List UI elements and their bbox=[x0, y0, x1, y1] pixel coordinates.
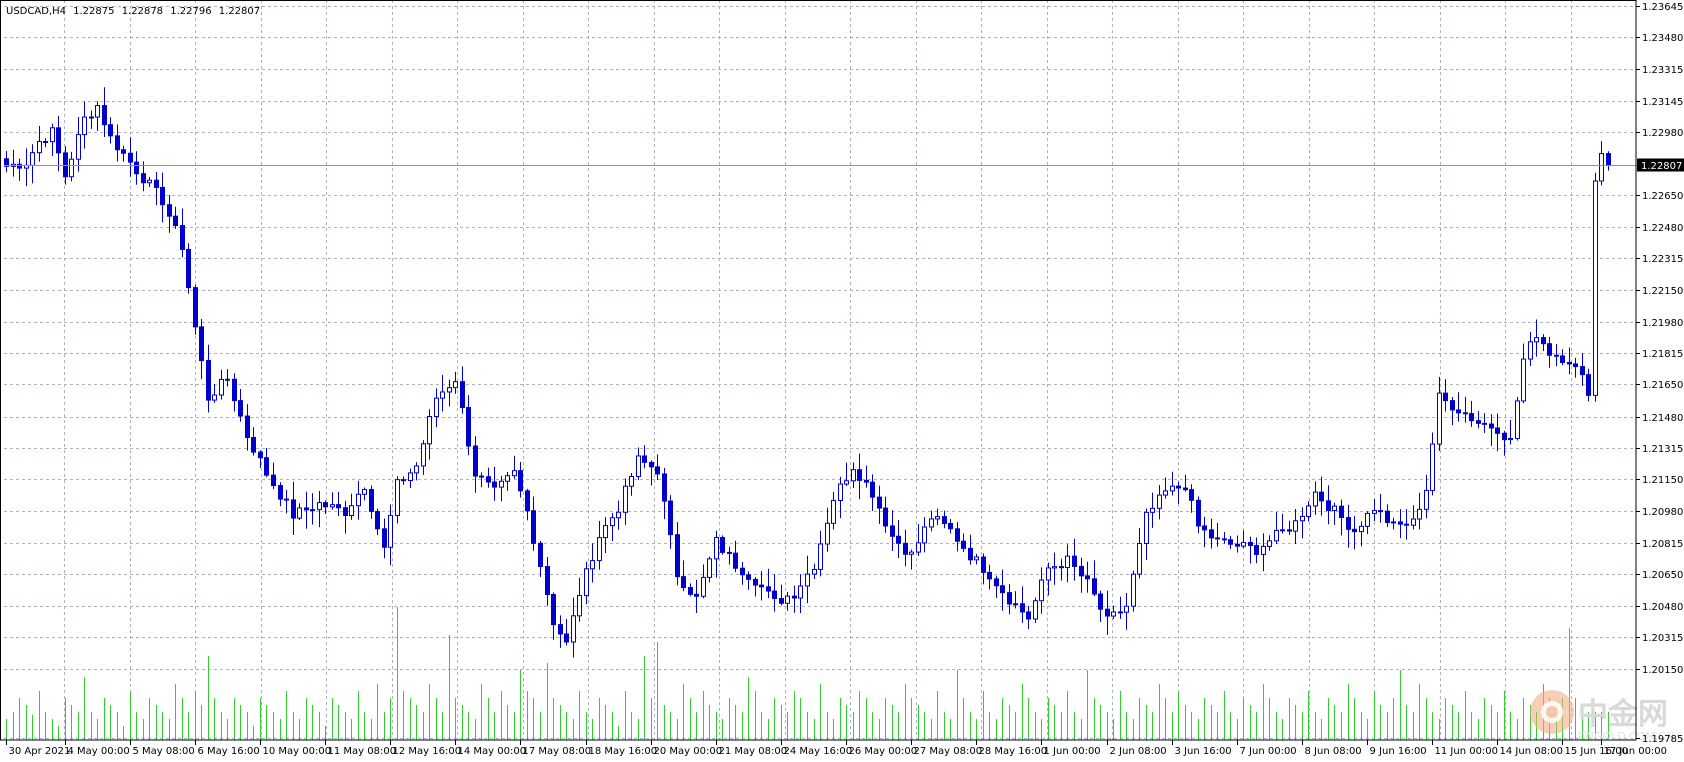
candle bbox=[720, 535, 725, 555]
time-tick-label: 6 May 16:00 bbox=[198, 746, 260, 757]
chart-header: USDCAD,H4 1.22875 1.22878 1.22796 1.2280… bbox=[6, 6, 260, 17]
candlestick-chart[interactable]: 中金网 CNGOLD.COM.CN 1.236451.234801.233151… bbox=[0, 0, 1684, 762]
price-tick-label: 1.19785 bbox=[1642, 734, 1683, 745]
time-tick-label: 8 Jun 08:00 bbox=[1305, 746, 1362, 757]
price-tick-label: 1.21480 bbox=[1642, 413, 1683, 424]
price-tick-label: 1.23145 bbox=[1642, 97, 1683, 108]
time-tick-label: 27 May 08:00 bbox=[914, 746, 983, 757]
price-tick-label: 1.20815 bbox=[1642, 539, 1683, 550]
chart-container: 中金网 CNGOLD.COM.CN 1.23645 1.23480 1.23315 1… bbox=[0, 0, 1684, 762]
candle bbox=[1515, 396, 1520, 441]
ohlc-low: 1.22796 bbox=[170, 6, 211, 17]
watermark-cn-text: 中金网 bbox=[1578, 697, 1668, 732]
ohlc-high: 1.22878 bbox=[122, 6, 163, 17]
candle bbox=[1593, 172, 1598, 402]
time-tick-label: 17 Jun 00:00 bbox=[1604, 746, 1668, 757]
cngold-logo-icon bbox=[1530, 690, 1574, 734]
price-tick-label: 1.20980 bbox=[1642, 507, 1683, 518]
svg-text:USDCAD,H4 1.22875: USDCAD,H4 1.22875 1.22878 1.22796 1.2280… bbox=[6, 6, 260, 17]
price-tick-label: 1.21315 bbox=[1642, 444, 1683, 455]
price-tick-label: 1.22150 bbox=[1642, 286, 1683, 297]
price-tick-label: 1.22980 bbox=[1642, 128, 1683, 139]
price-tick-label: 1.21150 bbox=[1642, 475, 1683, 486]
time-tick-label: 18 May 16:00 bbox=[589, 746, 658, 757]
price-tick-label: 1.20650 bbox=[1642, 570, 1683, 581]
time-tick-label: 26 May 00:00 bbox=[849, 746, 918, 757]
candle bbox=[186, 243, 191, 294]
candle bbox=[193, 284, 198, 335]
candle bbox=[1131, 570, 1136, 612]
price-tick-label: 1.21815 bbox=[1642, 349, 1683, 360]
time-tick-label: 14 May 00:00 bbox=[458, 746, 527, 757]
price-tick-label: 1.22650 bbox=[1642, 191, 1683, 202]
ohlc-close: 1.22807 bbox=[219, 6, 260, 17]
price-tick-label: 1.20480 bbox=[1642, 602, 1683, 613]
time-tick-label: 12 May 16:00 bbox=[393, 746, 462, 757]
price-tick-label: 1.22315 bbox=[1642, 254, 1683, 265]
time-tick-label: 2 Jun 08:00 bbox=[1110, 746, 1167, 757]
time-tick-label: 24 May 16:00 bbox=[784, 746, 853, 757]
price-tick-label: 1.21980 bbox=[1642, 318, 1683, 329]
price-marker-label: 1.22807 bbox=[1641, 161, 1682, 172]
time-tick-label: 1 Jun 00:00 bbox=[1044, 746, 1101, 757]
time-tick-label: 7 Jun 00:00 bbox=[1240, 746, 1297, 757]
price-tick-label: 1.23645 bbox=[1642, 2, 1683, 13]
price-tick-label: 1.23315 bbox=[1642, 65, 1683, 76]
current-price-marker: 1.22807 bbox=[1637, 158, 1684, 172]
price-tick-label: 1.20315 bbox=[1642, 633, 1683, 644]
ohlc-open: 1.22875 bbox=[73, 6, 114, 17]
time-tick-label: 28 May 16:00 bbox=[979, 746, 1048, 757]
time-tick-label: 21 May 08:00 bbox=[719, 746, 788, 757]
time-tick-label: 11 May 08:00 bbox=[328, 746, 397, 757]
symbol-timeframe-label: USDCAD,H4 bbox=[6, 6, 66, 17]
price-tick-label: 1.23480 bbox=[1642, 33, 1683, 44]
price-tick-label: 1.20150 bbox=[1642, 665, 1683, 676]
time-tick-label: 9 Jun 16:00 bbox=[1370, 746, 1427, 757]
candle bbox=[1033, 597, 1038, 624]
time-tick-label: 3 Jun 16:00 bbox=[1175, 746, 1232, 757]
time-tick-label: 14 Jun 08:00 bbox=[1500, 746, 1564, 757]
price-tick-label: 1.22480 bbox=[1642, 223, 1683, 234]
time-tick-label: 11 Jun 00:00 bbox=[1435, 746, 1499, 757]
time-tick-label: 5 May 08:00 bbox=[133, 746, 195, 757]
chart-background bbox=[0, 0, 1684, 762]
price-tick-label: 1.21650 bbox=[1642, 380, 1683, 391]
time-tick-label: 10 May 00:00 bbox=[263, 746, 332, 757]
time-tick-label: 20 May 00:00 bbox=[654, 746, 723, 757]
time-tick-label: 4 May 00:00 bbox=[68, 746, 130, 757]
time-tick-label: 17 May 08:00 bbox=[523, 746, 592, 757]
time-tick-label: 30 Apr 2021 bbox=[9, 746, 71, 757]
